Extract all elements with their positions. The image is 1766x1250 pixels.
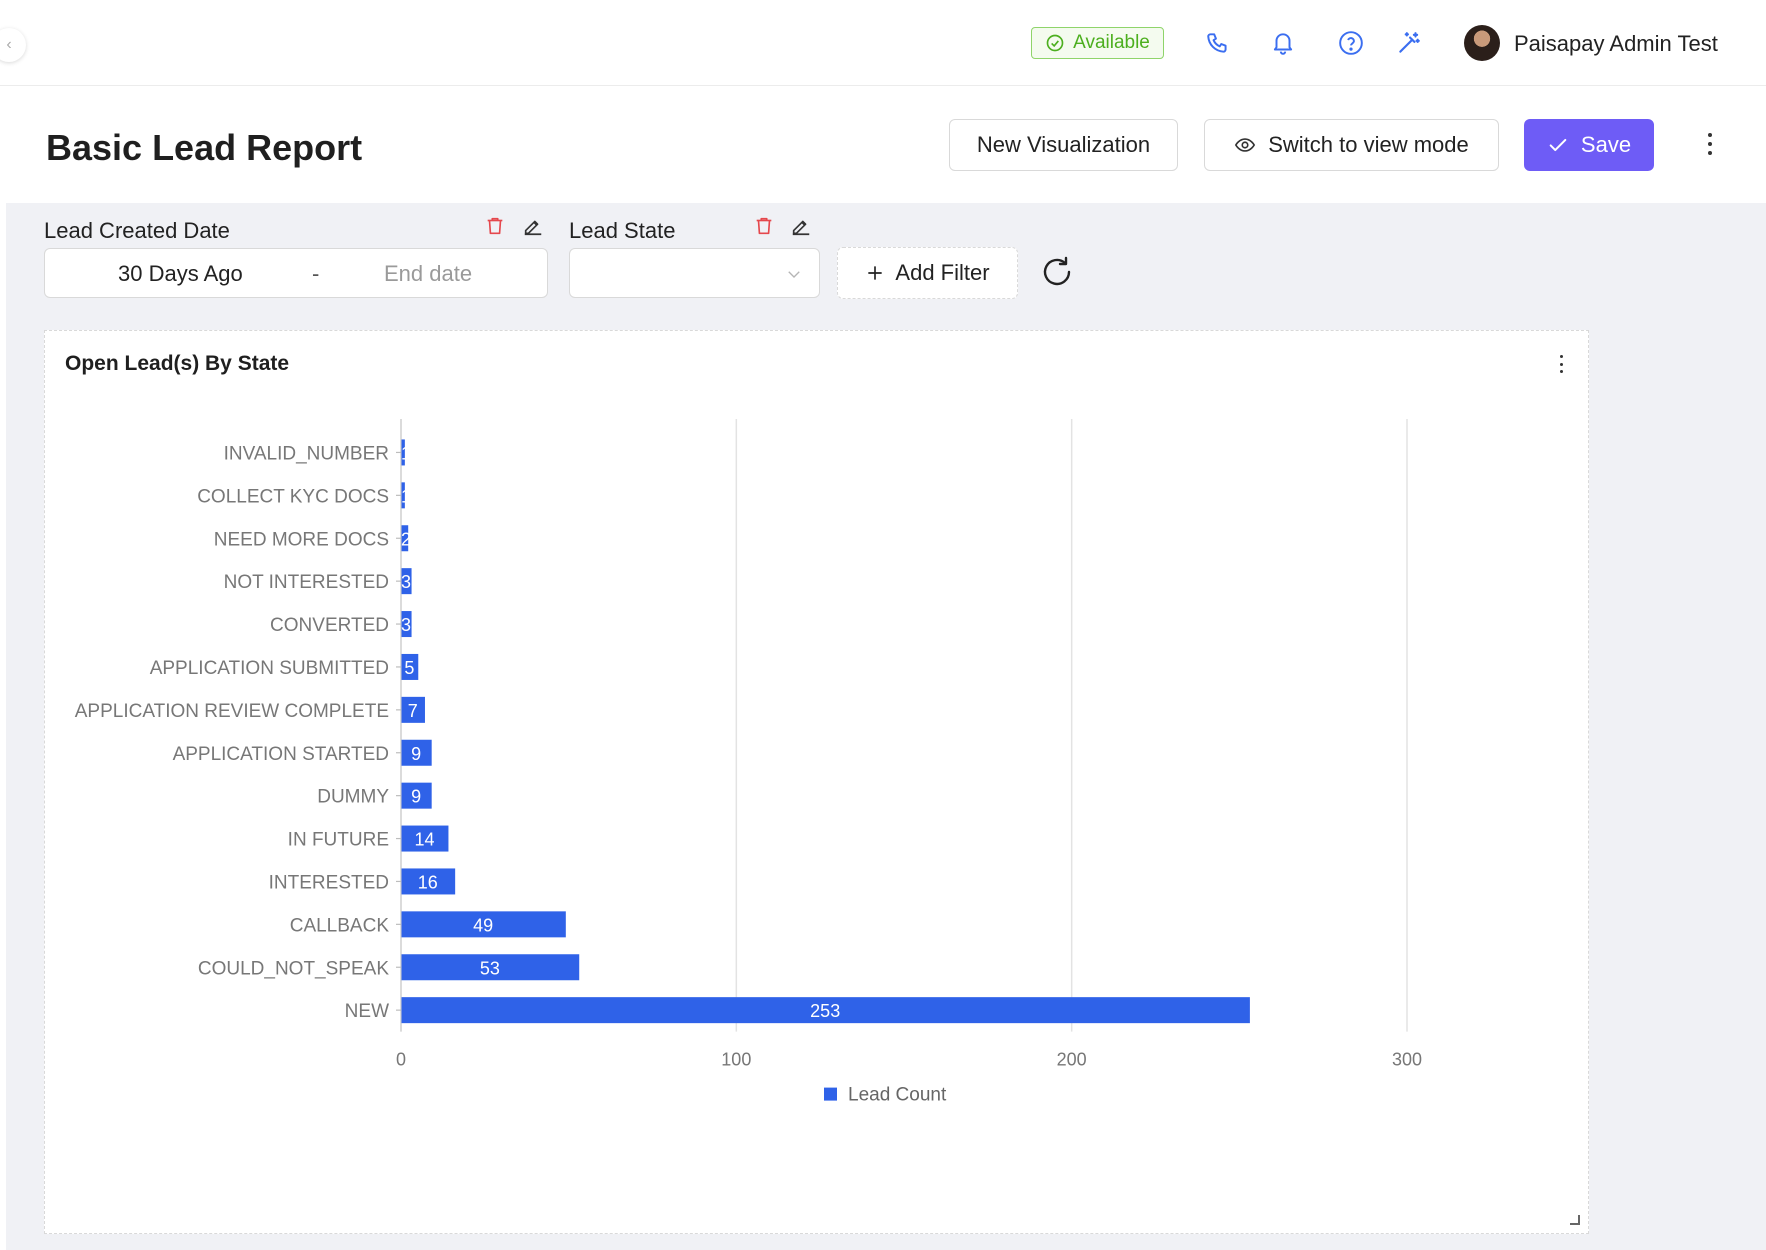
- kebab-dot: [1708, 151, 1712, 155]
- phone-icon: [1207, 33, 1227, 53]
- edit-created-date-filter-button[interactable]: [522, 215, 546, 239]
- save-label: Save: [1580, 132, 1632, 157]
- page-header: Basic Lead Report New Visualization Swit…: [6, 87, 1766, 203]
- lead-state-filter-label: Lead State: [569, 218, 676, 243]
- legend-swatch: [824, 1087, 837, 1101]
- pencil-icon: [524, 220, 542, 236]
- category-label: INVALID_NUMBER: [224, 443, 389, 464]
- category-label: NEED MORE DOCS: [214, 529, 389, 550]
- report-content: Lead Created Date 30 Days Ago - End date…: [6, 203, 1766, 1250]
- bar-data-label: 3: [401, 572, 411, 592]
- category-label: NOT INTERESTED: [224, 572, 389, 593]
- page-title: Basic Lead Report: [46, 127, 363, 168]
- magic-wand-icon: [1399, 32, 1420, 53]
- trash-icon: [487, 217, 503, 235]
- help-button[interactable]: [1336, 28, 1366, 58]
- refresh-icon: [1043, 256, 1071, 286]
- magic-button[interactable]: [1394, 28, 1424, 58]
- bar-data-label: 3: [401, 615, 411, 635]
- kebab-dot: [1708, 142, 1712, 146]
- date-separator: -: [312, 261, 320, 286]
- lead-state-bar-chart: INVALID_NUMBER 1 COLLECT KYC DOCS 1 NEED MOR…: [75, 419, 1422, 1106]
- pencil-icon: [792, 220, 810, 236]
- lead-state-select[interactable]: [569, 248, 820, 298]
- plus-icon: [868, 266, 883, 280]
- category-label: APPLICATION REVIEW COMPLETE: [75, 701, 389, 722]
- legend-label: Lead Count: [848, 1085, 947, 1106]
- top-bar: ‹ Available Paisapay Admin Test: [0, 0, 1766, 86]
- x-tick-label: 0: [396, 1050, 406, 1070]
- date-end-placeholder[interactable]: End date: [384, 261, 472, 287]
- bar-data-label: 5: [404, 658, 414, 678]
- bar-data-label: 14: [414, 830, 434, 850]
- new-visualization-label: New Visualization: [976, 132, 1151, 157]
- availability-status-badge[interactable]: Available: [1031, 27, 1164, 59]
- chevron-left-icon: ‹: [6, 36, 12, 53]
- user-avatar[interactable]: [1464, 25, 1500, 61]
- bar-data-label: 49: [473, 915, 493, 935]
- delete-created-date-filter-button[interactable]: [484, 215, 508, 239]
- trash-icon: [756, 217, 772, 235]
- created-date-filter-label: Lead Created Date: [44, 218, 230, 243]
- bar-data-label: 16: [418, 872, 438, 892]
- save-button[interactable]: Save: [1524, 119, 1654, 171]
- bar-data-label: 1: [401, 443, 411, 463]
- check-circle-icon: [1046, 34, 1064, 52]
- collapse-sidebar-button[interactable]: ‹: [0, 28, 26, 62]
- eye-icon: [1235, 138, 1256, 152]
- delete-lead-state-filter-button[interactable]: [753, 215, 777, 239]
- bar-data-label: 9: [411, 787, 421, 807]
- check-icon: [1549, 138, 1567, 152]
- bar-data-label: 53: [480, 958, 500, 978]
- bar-data-label: 9: [411, 744, 421, 764]
- edit-lead-state-filter-button[interactable]: [790, 215, 814, 239]
- new-visualization-button[interactable]: New Visualization: [949, 119, 1178, 171]
- category-label: APPLICATION STARTED: [173, 744, 389, 765]
- category-label: CALLBACK: [290, 915, 390, 936]
- date-start-value[interactable]: 30 Days Ago: [118, 261, 243, 287]
- category-label: DUMMY: [317, 787, 389, 808]
- category-label: IN FUTURE: [288, 830, 389, 851]
- x-tick-label: 100: [721, 1050, 751, 1070]
- bar-data-label: 2: [401, 529, 411, 549]
- category-label: CONVERTED: [270, 615, 389, 636]
- kebab-dot: [1708, 133, 1712, 137]
- switch-view-mode-label: Switch to view mode: [1268, 132, 1469, 157]
- bar-data-label: 253: [810, 1001, 840, 1021]
- help-icon: [1339, 31, 1363, 55]
- bar-data-label: 1: [401, 486, 411, 506]
- category-label: APPLICATION SUBMITTED: [150, 658, 389, 679]
- add-filter-label: Add Filter: [895, 260, 990, 285]
- chart-card: Open Lead(s) By State INVALID_NUMBER 1 COL…: [44, 330, 1589, 1234]
- created-date-range-picker[interactable]: 30 Days Ago - End date: [44, 248, 548, 298]
- x-tick-label: 200: [1057, 1050, 1087, 1070]
- phone-button[interactable]: [1203, 28, 1233, 58]
- bell-icon: [1273, 33, 1293, 55]
- category-label: NEW: [345, 1001, 389, 1022]
- category-label: COLLECT KYC DOCS: [197, 486, 389, 507]
- category-label: INTERESTED: [269, 872, 389, 893]
- category-label: COULD_NOT_SPEAK: [198, 958, 389, 979]
- card-resize-handle[interactable]: [1570, 1215, 1580, 1225]
- user-name[interactable]: Paisapay Admin Test: [1514, 31, 1718, 57]
- switch-view-mode-button[interactable]: Switch to view mode: [1204, 119, 1499, 171]
- availability-status-label: Available: [1073, 32, 1150, 53]
- bar-data-label: 7: [408, 701, 418, 721]
- chevron-down-icon: [788, 271, 800, 278]
- x-tick-label: 300: [1392, 1050, 1422, 1070]
- notifications-button[interactable]: [1268, 28, 1298, 58]
- more-options-button[interactable]: [1700, 129, 1720, 159]
- refresh-button[interactable]: [1040, 255, 1074, 289]
- add-filter-button[interactable]: Add Filter: [837, 247, 1018, 299]
